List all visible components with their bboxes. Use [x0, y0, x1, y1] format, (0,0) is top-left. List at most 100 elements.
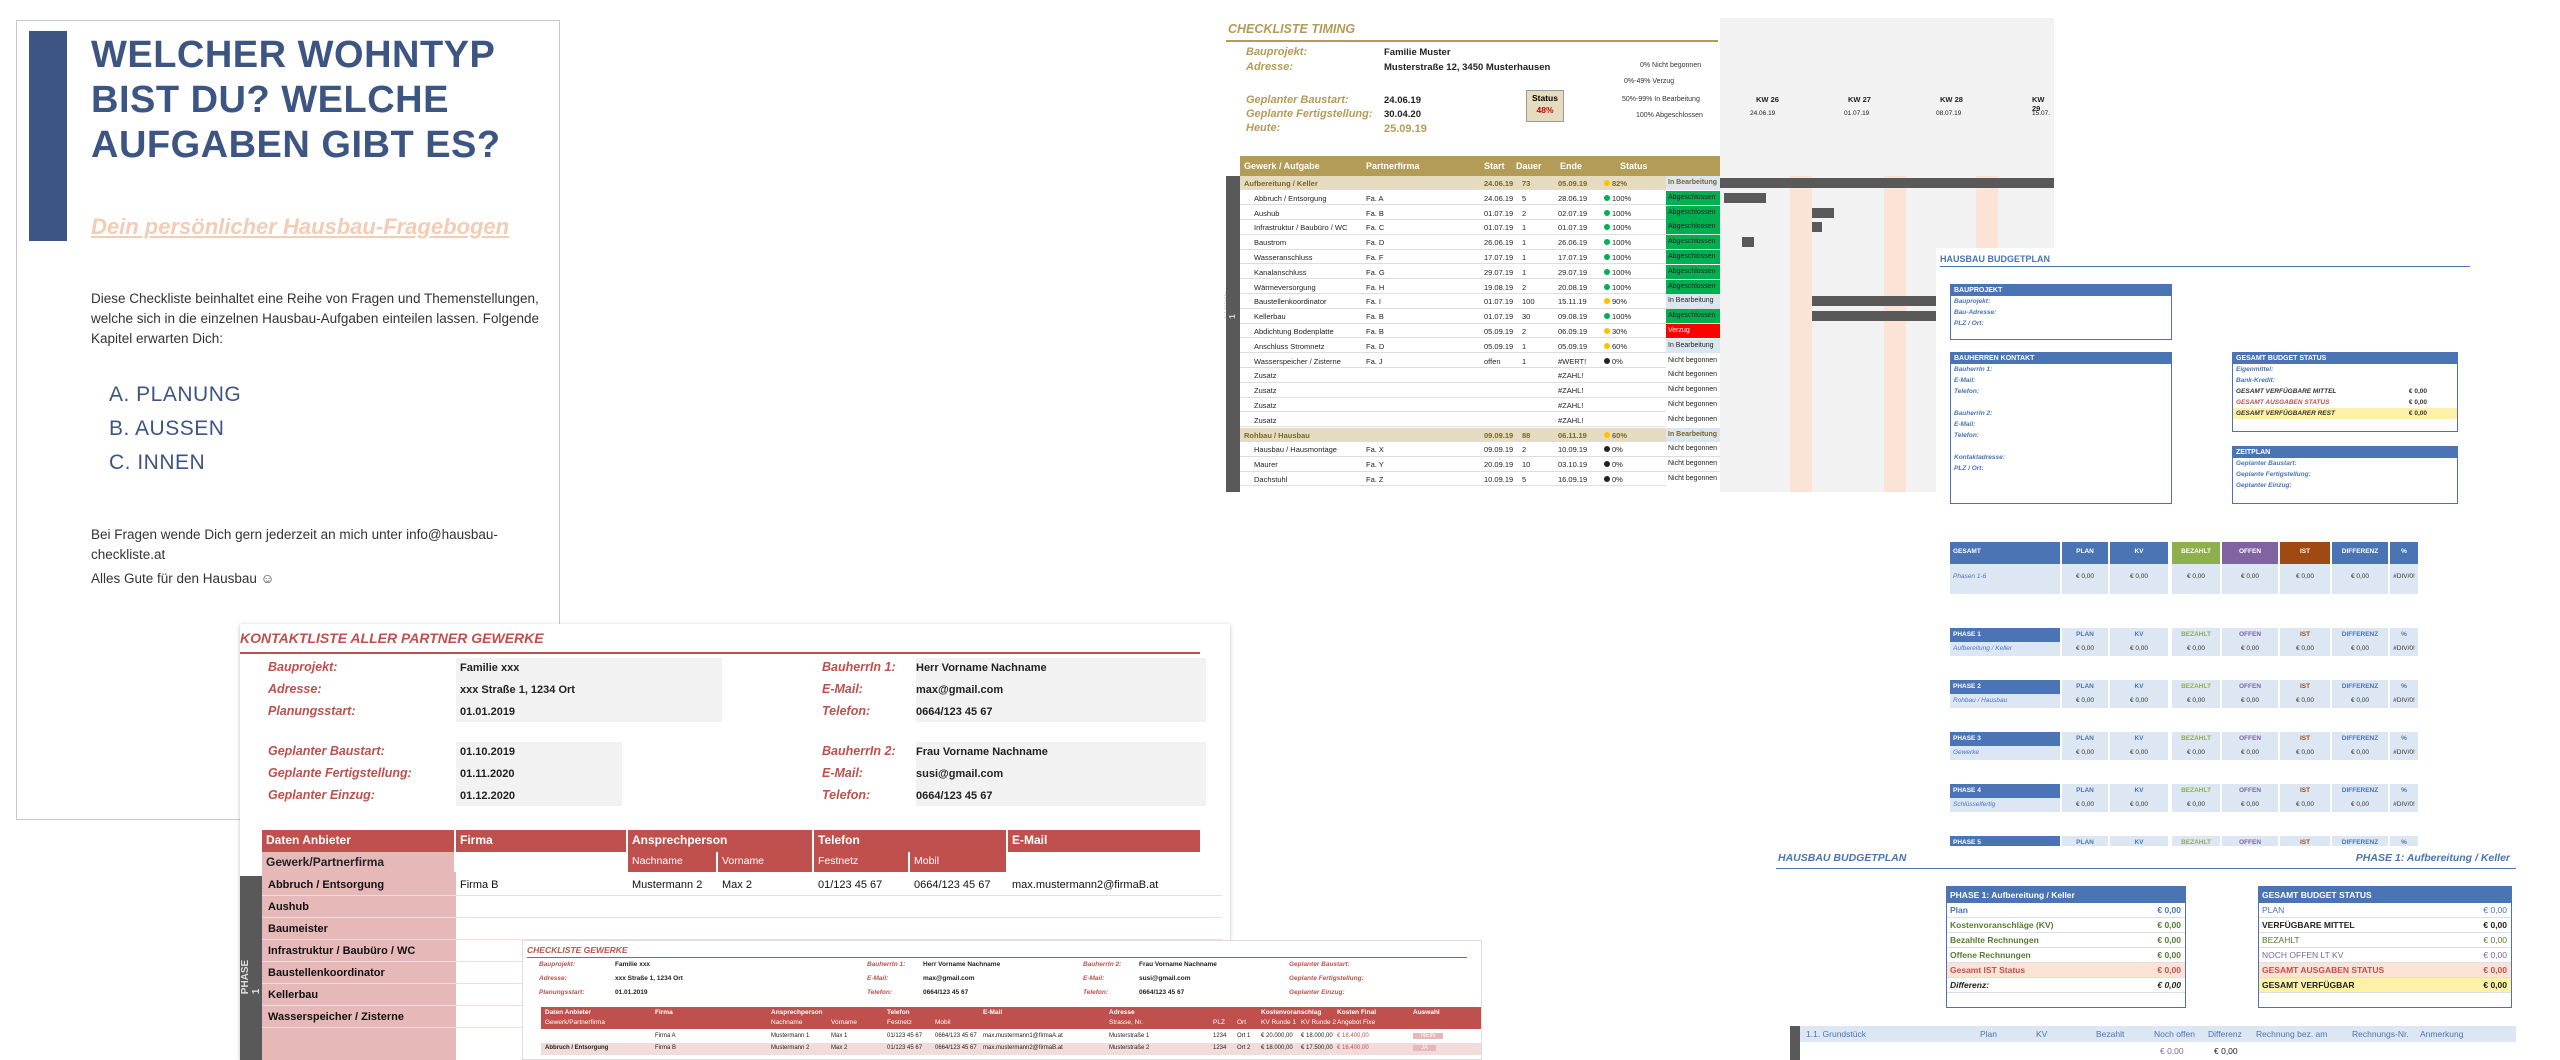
percent-value: 100%: [1612, 238, 1632, 248]
status-cell: Nicht begonnen: [1666, 457, 1720, 472]
cover-subtitle: Dein persönlicher Hausbau-Fragebogen: [91, 214, 510, 239]
contact-column-header: Firma: [456, 830, 626, 852]
cover-contact: Bei Fragen wende Dich gern jederzeit an …: [91, 527, 498, 562]
percent-value: 60%: [1612, 341, 1628, 351]
timing-row: Anschluss Stromnetz Fa. D 05.09.19 1 05.09.1…: [1240, 338, 1720, 354]
status-dot-icon: [1604, 446, 1610, 453]
timing-row: Wasserspeicher / Zisterne Fa. Joffen 1 #WER…: [1240, 353, 1720, 368]
status-cell: In Bearbeitung: [1666, 176, 1720, 190]
timing-row: Zusatz #ZAHL! Nicht begonnen: [1240, 398, 1720, 413]
phase-label: PHASE 1: [1224, 176, 1240, 492]
label-fertig: Geplante Fertigstellung:: [1246, 108, 1373, 120]
value-heute: 25.09.19: [1384, 123, 1427, 135]
status-cell: Nicht begonnen: [1666, 368, 1720, 383]
percent-value: 100%: [1612, 253, 1632, 262]
percent-value: 30%: [1612, 327, 1628, 336]
status-dot-icon: [1604, 194, 1610, 201]
timing-row: Aufbereitung / Keller 24.06.19 73 05.09.19 8…: [1240, 176, 1720, 191]
timing-row: Wärmeversorgung Fa. H 19.08.19 2 20.08.19 100…: [1240, 279, 1720, 294]
kw-label: KW 28: [1940, 95, 1963, 104]
status-cell: Verzug: [1666, 324, 1720, 338]
contact-column-header: Ansprechperson: [628, 830, 812, 852]
contact-row: Aushub: [262, 896, 1222, 918]
status-dot-icon: [1604, 209, 1610, 216]
timing-row: Zusatz #ZAHL! Nicht begonnen: [1240, 383, 1720, 398]
status-cell: Abgeschlossen: [1666, 264, 1720, 279]
status-percent: 48%: [1536, 105, 1554, 115]
bauprojekt-box: BAUPROJEKT Bauprojekt: Bau-Adresse: PLZ …: [1950, 284, 2172, 340]
timing-checklist: CHECKLISTE TIMING Bauprojekt: Familie Mu…: [1224, 18, 2054, 492]
timing-row: Kanalanschluss Fa. G 29.07.19 1 29.07.19 100%…: [1240, 264, 1720, 280]
status-dot-icon: [1604, 298, 1610, 305]
status-dot-icon: [1604, 461, 1610, 468]
percent-value: 82%: [1612, 179, 1628, 188]
chapter-item: A. PLANUNG: [109, 383, 242, 406]
timing-row: Baustrom Fa. D 26.06.19 1 26.06.19 100% Abgesc…: [1240, 235, 1720, 250]
label-baustart: Geplanter Baustart:: [1246, 94, 1349, 106]
status-dot-icon: [1604, 254, 1610, 260]
status-dot-icon: [1604, 328, 1610, 334]
gewerke-row: Firma A Mustermann 1 Max 1 01/123 45 67 0664…: [541, 1031, 1481, 1043]
timing-table-header: Gewerk / Aufgabe Partnerfirma Start Daue…: [1240, 156, 1720, 176]
percent-value: 100%: [1612, 267, 1632, 277]
status-cell: Abgeschlossen: [1666, 279, 1720, 294]
contact-row: Baumeister: [262, 918, 1222, 940]
label-adresse: Adresse:: [1246, 61, 1294, 73]
gewerke-checklist: CHECKLISTE GEWERKE Bauprojekt: Familie xx…: [522, 940, 1482, 1060]
timing-row: Abbruch / Entsorgung Fa. A 24.06.19 5 28.06.…: [1240, 190, 1720, 206]
phase-label: PHASE 1: [240, 876, 262, 1060]
phase1-status-box: GESAMT BUDGET STATUS PLAN € 0,00 VERFÜGBARE…: [2258, 886, 2512, 1008]
timing-row: Maurer Fa. Y 20.09.19 10 03.10.19 0% Nicht beg…: [1240, 457, 1720, 472]
value-bauprojekt: Familie Muster: [1384, 47, 1451, 58]
cover-wish: Alles Gute für den Hausbau ☺: [91, 571, 275, 586]
gantt-bar: [1724, 192, 1766, 203]
phase1-summary-box: PHASE 1: Aufbereitung / Keller Plan € 0,00…: [1946, 886, 2186, 1008]
zeitplan-box: ZEITPLAN Geplanter Baustart: Geplante Fe…: [2232, 446, 2458, 504]
status-cell: Nicht begonnen: [1666, 472, 1720, 486]
gantt-bar: [1812, 222, 1822, 233]
percent-value: 0%: [1612, 475, 1623, 484]
budget-row: PHASE 3 Gewerke PLAN € 0,00 KV € 0,00 BEZAHLT €…: [1950, 732, 2470, 760]
legend-item: 50%-99% In Bearbeitung: [1622, 96, 1700, 103]
timing-row: Dachstuhl Fa. Z 10.09.19 5 16.09.19 0% Nicht b…: [1240, 472, 1720, 487]
contact-title: KONTAKTLISTE ALLER PARTNER GEWERKE: [240, 630, 544, 646]
status-dot-icon: [1604, 476, 1610, 482]
budget-plan-phase1: HAUSBAU BUDGETPLAN PHASE 1: Aufbereitung…: [1776, 846, 2520, 1060]
timing-row: Wasseranschluss Fa. F 17.07.19 1 17.07.19 100…: [1240, 250, 1720, 265]
status-dot-icon: [1604, 268, 1610, 275]
status-dot-icon: [1604, 283, 1610, 290]
grundstueck-table: 1.1. Grundstück Plan KV Bezahlt Noch offen Di…: [1800, 1026, 2516, 1060]
status-cell: Abgeschlossen: [1666, 190, 1720, 205]
status-dot-icon: [1604, 357, 1610, 364]
status-dot-icon: [1604, 180, 1610, 186]
status-cell: Nicht begonnen: [1666, 398, 1720, 412]
legend-item: 100% Abgeschlossen: [1636, 112, 1703, 119]
budget-row: GESAMT Phasen 1-6 PLAN € 0,00 KV € 0,00 BEZAHL…: [1950, 542, 2470, 594]
percent-value: 100%: [1612, 193, 1632, 203]
contact-row: Abbruch / Entsorgung Firma B Mustermann 2M…: [262, 874, 1222, 896]
percent-value: 100%: [1612, 208, 1632, 218]
percent-value: 0%: [1612, 445, 1623, 455]
kw-date: 08.07.19: [1936, 110, 1962, 117]
budget-row: PHASE 2 Rohbau / Hausbau PLAN € 0,00 KV € 0,0…: [1950, 680, 2470, 708]
cover-accent-bar: [29, 31, 67, 241]
chapter-list: A. PLANUNG B. AUSSEN C. INNEN: [109, 383, 241, 485]
contact-column-header: Telefon: [814, 830, 1006, 852]
legend-item: 0% Nicht begonnen: [1640, 62, 1702, 69]
percent-value: 90%: [1612, 297, 1628, 307]
status-cell: Abgeschlossen: [1666, 205, 1720, 220]
status-cell: Abgeschlossen: [1666, 250, 1720, 264]
status-cell: Nicht begonnen: [1666, 442, 1720, 457]
timing-row: Kellerbau Fa. B 01.07.19 30 09.08.19 100% Abge…: [1240, 309, 1720, 324]
percent-value: 100%: [1612, 312, 1632, 322]
gantt-bar: [1742, 237, 1754, 248]
label-bauprojekt: Bauprojekt:: [1246, 46, 1308, 58]
status-cell: In Bearbeitung: [1666, 294, 1720, 309]
status-cell: Abgeschlossen: [1666, 309, 1720, 324]
chapter-item: B. AUSSEN: [109, 417, 225, 440]
timing-row: Hausbau / Hausmontage Fa. X 09.09.19 2 10.09…: [1240, 442, 1720, 457]
timing-title: CHECKLISTE TIMING: [1228, 22, 1356, 36]
gantt-bar: [1720, 178, 2054, 188]
kw-date: 15.07.: [2032, 110, 2051, 117]
status-dot-icon: [1604, 239, 1610, 246]
